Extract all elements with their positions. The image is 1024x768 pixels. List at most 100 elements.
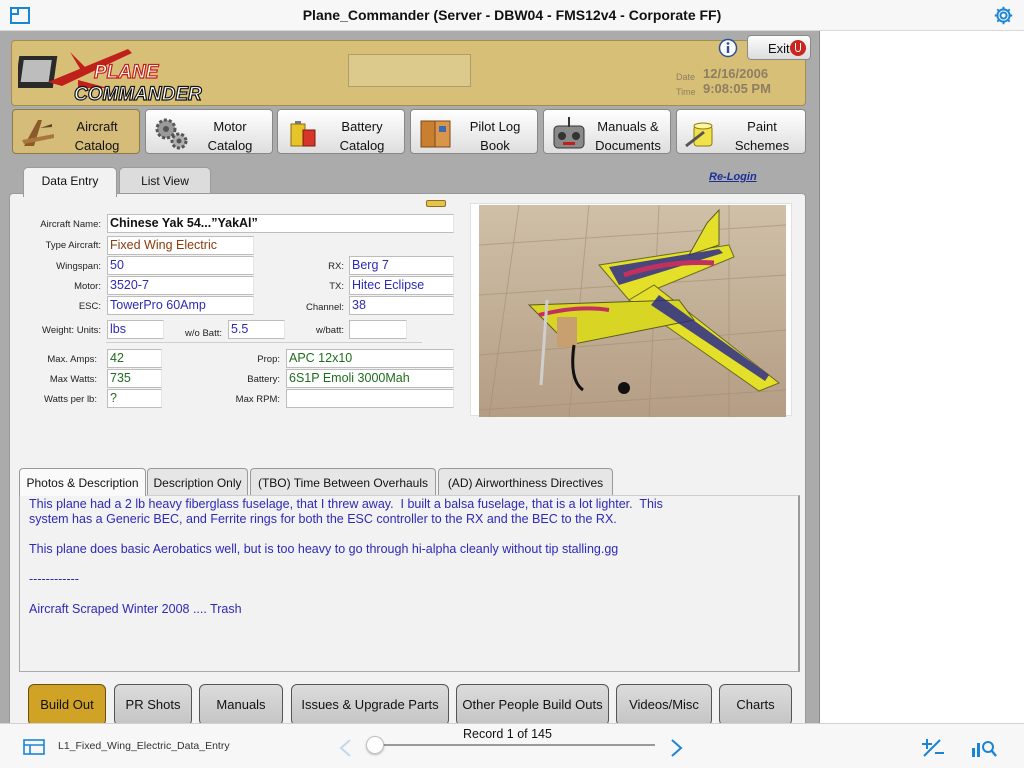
exit-button[interactable]: Exit [747, 35, 811, 60]
gears-icon [155, 118, 188, 150]
time-value: 9:08:05 PM [703, 81, 771, 96]
relogin-link[interactable]: Re-Login [709, 171, 757, 183]
wo-batt-label: w/o Batt: [185, 328, 222, 339]
nav-label: Motor Catalog [207, 119, 253, 153]
tx-field[interactable]: Hitec Eclipse [349, 276, 454, 295]
battery-field[interactable]: 6S1P Emoli 3000Mah [286, 369, 454, 388]
wingspan-label: Wingspan: [56, 261, 101, 272]
nav-aircraft-catalog[interactable]: Aircraft Catalog [12, 109, 140, 154]
nav-manuals-documents[interactable]: Manuals & Documents [543, 109, 671, 154]
record-counter: Record 1 of 145 [463, 727, 552, 741]
nav-label: Paint Schemes [734, 119, 790, 153]
description-text: This plane had a 2 lb heavy fiberglass f… [29, 497, 663, 616]
battery-icon [290, 121, 316, 147]
date-label: Date [676, 72, 696, 82]
aircraft-photo[interactable] [479, 205, 786, 417]
plane-commander-logo: PLANE COMMANDER [18, 49, 203, 104]
plus-minus-icon[interactable] [920, 736, 946, 758]
divider [106, 342, 422, 343]
build-out-button[interactable]: Build Out [28, 684, 106, 723]
nav-paint-schemes[interactable]: Paint Schemes [676, 109, 806, 154]
chart-search-icon[interactable] [970, 736, 998, 758]
window-title: Plane_Commander (Server - DBW04 - FMS12v… [302, 7, 722, 23]
chevron-right-icon[interactable] [670, 738, 684, 758]
aircraft-name-field[interactable]: Chinese Yak 54...”YakAl” [107, 214, 454, 233]
charts-button[interactable]: Charts [719, 684, 792, 723]
tab-data-entry[interactable]: Data Entry [23, 167, 117, 197]
max-watts-label: Max Watts: [49, 374, 97, 385]
tab-description-only[interactable]: Description Only [147, 468, 248, 495]
nav-label: Pilot Log Book [469, 119, 521, 153]
nav-motor-catalog[interactable]: Motor Catalog [145, 109, 273, 154]
layout-canvas: PLANE COMMANDER Exit Date 12/16/2006 Tim… [0, 31, 820, 723]
time-label: Time [676, 87, 696, 97]
chevron-left-icon[interactable] [338, 738, 352, 758]
weight-units-field[interactable]: lbs [107, 320, 164, 339]
wingspan-field[interactable]: 50 [107, 256, 254, 275]
status-bar: L1_Fixed_Wing_Electric_Data_Entry Record… [0, 723, 1024, 768]
motor-field[interactable]: 3520-7 [107, 276, 254, 295]
info-icon[interactable] [718, 38, 738, 58]
app-header: PLANE COMMANDER Exit Date 12/16/2006 Tim… [11, 35, 811, 106]
logo-line1: PLANE [94, 62, 160, 83]
other-people-build-outs-button[interactable]: Other People Build Outs [456, 684, 609, 723]
prop-label: Prop: [257, 354, 280, 365]
rx-field[interactable]: Berg 7 [349, 256, 454, 275]
max-amps-label: Max. Amps: [47, 354, 97, 365]
manuals-button[interactable]: Manuals [199, 684, 283, 723]
photo-container [470, 203, 792, 417]
type-aircraft-label: Type Aircraft: [45, 240, 101, 251]
paint-icon [685, 122, 713, 148]
issues-upgrade-parts-button[interactable]: Issues & Upgrade Parts [291, 684, 449, 723]
header-field[interactable] [348, 54, 471, 87]
aircraft-icon [22, 120, 54, 146]
w-batt-label: w/batt: [316, 325, 344, 336]
weight-units-label: Weight: Units: [42, 325, 101, 336]
tab-ad[interactable]: (AD) Airworthiness Directives [438, 468, 613, 495]
pr-shots-button[interactable]: PR Shots [114, 684, 192, 723]
videos-misc-button[interactable]: Videos/Misc [616, 684, 712, 723]
wo-batt-field[interactable]: 5.5 [228, 320, 285, 339]
tx-label: TX: [329, 281, 344, 292]
description-box[interactable]: This plane had a 2 lb heavy fiberglass f… [19, 495, 800, 672]
type-aircraft-field[interactable]: Fixed Wing Electric [107, 236, 254, 255]
layout-icon[interactable] [23, 739, 45, 755]
tab-tbo[interactable]: (TBO) Time Between Overhauls [250, 468, 436, 495]
aircraft-name-label: Aircraft Name: [40, 219, 101, 230]
rx-label: RX: [328, 261, 344, 272]
gear-icon[interactable] [993, 5, 1014, 26]
nav-label: Battery Catalog [339, 119, 385, 153]
collapse-button[interactable] [426, 200, 446, 207]
tab-list-view[interactable]: List View [119, 167, 211, 195]
max-watts-field[interactable]: 735 [107, 369, 162, 388]
record-slider-track[interactable] [375, 744, 655, 746]
nav-label: Manuals & Documents [595, 119, 661, 153]
channel-label: Channel: [305, 302, 344, 313]
nav-label: Aircraft Catalog [74, 119, 120, 153]
logo-line2: COMMANDER [74, 84, 202, 104]
record-slider-knob[interactable] [366, 736, 384, 754]
power-icon [790, 40, 806, 56]
w-batt-field[interactable] [349, 320, 407, 339]
nav-battery-catalog[interactable]: Battery Catalog [277, 109, 405, 154]
battery-label: Battery: [247, 374, 280, 385]
watts-per-lb-label: Watts per lb: [44, 394, 97, 405]
layout-name[interactable]: L1_Fixed_Wing_Electric_Data_Entry [58, 740, 230, 752]
prop-field[interactable]: APC 12x10 [286, 349, 454, 368]
empty-area [820, 31, 1024, 723]
nav-pilot-log-book[interactable]: Pilot Log Book [410, 109, 538, 154]
esc-field[interactable]: TowerPro 60Amp [107, 296, 254, 315]
tab-photos-description[interactable]: Photos & Description [19, 468, 146, 496]
channel-field[interactable]: 38 [349, 296, 454, 315]
max-amps-field[interactable]: 42 [107, 349, 162, 368]
logbook-icon [420, 120, 451, 148]
esc-label: ESC: [78, 301, 101, 312]
watts-per-lb-field[interactable]: ? [107, 389, 162, 408]
title-bar: Plane_Commander (Server - DBW04 - FMS12v… [0, 0, 1024, 31]
exit-label: Exit [768, 41, 790, 56]
transmitter-icon [553, 117, 585, 149]
max-rpm-label: Max RPM: [235, 394, 280, 405]
max-rpm-field[interactable] [286, 389, 454, 408]
date-value: 12/16/2006 [703, 66, 769, 81]
motor-label: Motor: [74, 281, 101, 292]
